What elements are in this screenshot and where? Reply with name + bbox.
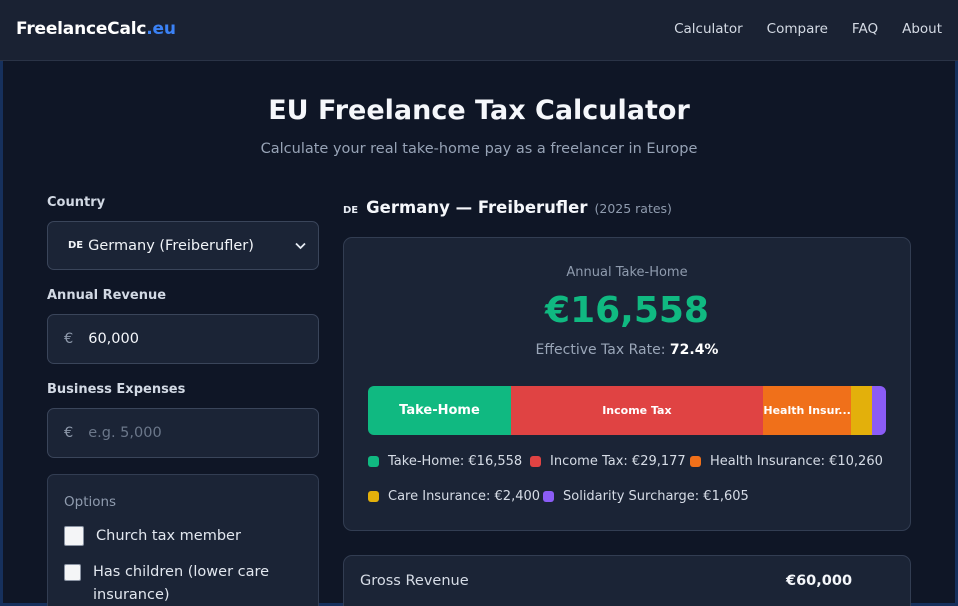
expenses-placeholder: e.g. 5,000 <box>88 425 162 441</box>
legend-take-home: Take-Home: €16,558 <box>368 454 522 469</box>
options-title: Options <box>64 494 117 510</box>
brand-name: FreelanceCalc <box>16 19 147 39</box>
take-home-value: €16,558 <box>545 290 709 331</box>
bar-segment-care-insurance <box>851 386 873 435</box>
legend-label: Take-Home: €16,558 <box>388 454 523 469</box>
country-label: Country <box>47 195 106 210</box>
tax-rate-value: 72.4% <box>669 342 719 358</box>
gross-revenue-value: €60,000 <box>786 573 853 589</box>
expenses-label: Business Expenses <box>47 382 186 397</box>
option-church-tax[interactable]: Church tax member <box>64 526 241 548</box>
nav-link-about[interactable]: About <box>902 21 942 37</box>
bar-segment-take-home: Take-Home <box>368 386 511 435</box>
effective-tax-rate: Effective Tax Rate: 72.4% <box>344 342 910 358</box>
church-tax-label: Church tax member <box>96 528 241 544</box>
country-select[interactable]: DE Germany (Freiberufler) <box>47 221 319 270</box>
country-flag-code: DE <box>68 240 84 251</box>
revenue-input[interactable]: € 60,000 <box>47 314 319 364</box>
legend-dot <box>368 491 379 502</box>
legend-dot <box>543 491 554 502</box>
church-tax-checkbox[interactable] <box>64 526 84 546</box>
has-children-checkbox[interactable] <box>64 564 81 581</box>
rates-year: (2025 rates) <box>594 201 672 216</box>
nav-link-compare[interactable]: Compare <box>767 21 828 37</box>
legend-health-insurance: Health Insurance: €10,260 <box>690 454 883 469</box>
bar-segment-income-tax: Income Tax <box>510 386 763 435</box>
bar-segment-health-insurance: Health Insur... <box>762 386 852 435</box>
tax-breakdown-bar: Take-Home Income Tax Health Insur... <box>368 386 886 435</box>
euro-icon: € <box>64 425 74 441</box>
legend-income-tax: Income Tax: €29,177 <box>530 454 686 469</box>
nav-links: Calculator Compare FAQ About <box>674 21 942 37</box>
legend-label: Income Tax: €29,177 <box>550 454 686 469</box>
result-country-heading: DE Germany — Freiberufler (2025 rates) <box>343 198 672 217</box>
gross-revenue-label: Gross Revenue <box>360 573 469 589</box>
legend-label: Solidarity Surcharge: €1,605 <box>563 489 749 504</box>
breakdown-card: Gross Revenue €60,000 <box>343 555 911 606</box>
country-select-value: Germany (Freiberufler) <box>88 237 254 254</box>
take-home-card: Annual Take-Home €16,558 Effective Tax R… <box>343 237 911 531</box>
nav-link-calculator[interactable]: Calculator <box>674 21 743 37</box>
page-title: EU Freelance Tax Calculator <box>268 95 690 126</box>
revenue-label: Annual Revenue <box>47 288 167 303</box>
brand-tld: .eu <box>146 19 176 39</box>
legend-care-insurance: Care Insurance: €2,400 <box>368 489 540 504</box>
take-home-label: Annual Take-Home <box>566 265 688 280</box>
legend-dot <box>530 456 541 467</box>
has-children-label: Has children (lower care insurance) <box>93 564 270 603</box>
expenses-input[interactable]: € e.g. 5,000 <box>47 408 319 458</box>
option-has-children[interactable]: Has children (lower care insurance) <box>64 561 304 606</box>
options-card: Options Church tax member Has children (… <box>47 474 319 606</box>
legend-solidarity-surcharge: Solidarity Surcharge: €1,605 <box>543 489 749 504</box>
legend-dot <box>690 456 701 467</box>
tax-rate-label: Effective Tax Rate: <box>535 342 666 358</box>
result-flag-code: DE <box>343 205 359 216</box>
bar-segment-solidarity-surcharge <box>872 386 886 435</box>
revenue-value: 60,000 <box>88 331 139 347</box>
result-country-name: Germany — Freiberufler <box>366 198 588 217</box>
top-navbar: FreelanceCalc.eu Calculator Compare FAQ … <box>0 0 958 61</box>
legend-label: Health Insurance: €10,260 <box>710 454 883 469</box>
page-frame: FreelanceCalc.eu Calculator Compare FAQ … <box>0 0 958 606</box>
legend-label: Care Insurance: €2,400 <box>388 489 541 504</box>
chevron-down-icon <box>295 239 306 253</box>
nav-link-faq[interactable]: FAQ <box>852 21 878 37</box>
brand-logo[interactable]: FreelanceCalc.eu <box>16 19 176 39</box>
euro-icon: € <box>64 331 74 347</box>
page-subtitle: Calculate your real take-home pay as a f… <box>260 141 698 157</box>
legend-dot <box>368 456 379 467</box>
